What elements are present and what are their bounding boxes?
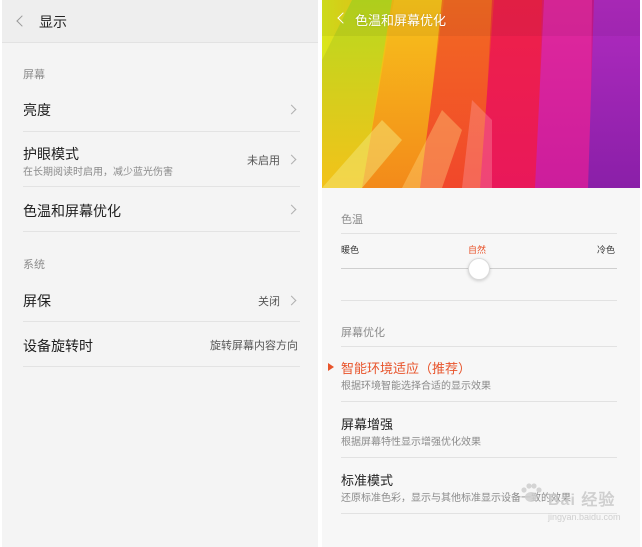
warm-label: 暖色 bbox=[341, 246, 360, 256]
settings-item-title: 色温和屏幕优化 bbox=[23, 204, 121, 220]
settings-item-title: 设备旋转时 bbox=[23, 339, 93, 355]
divider bbox=[341, 401, 617, 402]
chevron-right-icon bbox=[286, 154, 297, 165]
section-label-screen: 屏幕 bbox=[23, 68, 45, 81]
natural-label: 自然 bbox=[468, 246, 487, 256]
page-title: 色温和屏幕优化 bbox=[355, 14, 447, 29]
back-chevron-icon[interactable] bbox=[16, 15, 28, 27]
selected-arrow-icon bbox=[328, 363, 334, 371]
settings-item-title: 屏保 bbox=[23, 294, 51, 310]
hero-image: 色温和屏幕优化 bbox=[322, 0, 640, 188]
divider bbox=[341, 457, 617, 458]
page-title: 显示 bbox=[39, 15, 67, 31]
color-temp-slider-thumb[interactable] bbox=[468, 258, 490, 280]
settings-item-screensaver[interactable]: 屏保 关闭 bbox=[23, 278, 298, 322]
option-title: 标准模式 bbox=[341, 474, 394, 489]
display-header: 显示 bbox=[2, 0, 318, 43]
option-subtitle: 根据环境智能选择合适的显示效果 bbox=[341, 381, 491, 392]
section-label-optimization: 屏幕优化 bbox=[341, 326, 385, 339]
settings-item-title: 亮度 bbox=[23, 103, 51, 119]
divider bbox=[23, 231, 300, 232]
settings-item-brightness[interactable]: 亮度 bbox=[23, 88, 298, 132]
settings-item-color-temp[interactable]: 色温和屏幕优化 bbox=[23, 187, 298, 231]
color-temp-screen: 色温和屏幕优化 色温 暖色 自然 冷色 屏幕优化 智能环境适应（推荐） 根据环境… bbox=[322, 0, 640, 547]
settings-item-value: 旋转屏幕内容方向 bbox=[210, 339, 298, 352]
settings-item-title: 护眼模式 bbox=[23, 147, 79, 163]
paw-icon bbox=[521, 483, 542, 502]
display-settings-screen: 显示 屏幕 亮度 护眼模式 在长期阅读时启用，减少蓝光伤害 未启用 色温和屏幕优… bbox=[2, 0, 318, 547]
settings-item-subtitle: 在长期阅读时启用，减少蓝光伤害 bbox=[23, 167, 173, 178]
chevron-right-icon bbox=[286, 204, 297, 215]
divider bbox=[341, 300, 617, 301]
divider bbox=[341, 346, 617, 347]
divider bbox=[341, 233, 617, 234]
section-label-color-temp: 色温 bbox=[341, 213, 363, 226]
chevron-right-icon bbox=[286, 295, 297, 306]
option-title: 智能环境适应（推荐） bbox=[341, 362, 472, 377]
chevron-right-icon bbox=[286, 104, 297, 115]
settings-item-eye-protection[interactable]: 护眼模式 在长期阅读时启用，减少蓝光伤害 未启用 bbox=[23, 132, 298, 187]
option-title: 屏幕增强 bbox=[341, 418, 394, 433]
settings-item-value: 关闭 bbox=[258, 295, 280, 308]
divider bbox=[23, 366, 300, 367]
section-label-system: 系统 bbox=[23, 258, 45, 271]
watermark-text: Bai 经验 bbox=[548, 492, 616, 509]
settings-item-rotation[interactable]: 设备旋转时 旋转屏幕内容方向 bbox=[23, 322, 298, 366]
option-subtitle: 根据屏幕特性显示增强优化效果 bbox=[341, 437, 481, 448]
watermark-url: jingyan.baidu.com bbox=[548, 512, 621, 522]
settings-item-value: 未启用 bbox=[247, 154, 280, 167]
cool-label: 冷色 bbox=[597, 246, 616, 256]
